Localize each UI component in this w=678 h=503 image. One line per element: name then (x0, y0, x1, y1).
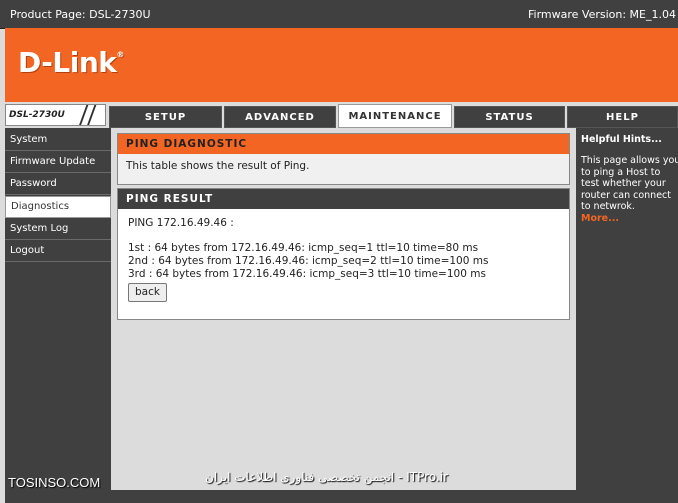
tab-setup[interactable]: SETUP (109, 106, 222, 128)
model-badge: DSL-2730U (5, 104, 106, 126)
firmware-version-label: Firmware Version: ME_1.04 (528, 8, 676, 21)
ping-diagnostic-description: This table shows the result of Ping. (126, 160, 310, 172)
sidebar: System Firmware Update Password Diagnost… (5, 128, 111, 490)
sidebar-item-firmware-update[interactable]: Firmware Update (5, 152, 111, 173)
sidebar-item-password[interactable]: Password (5, 174, 111, 195)
main-content: PING DIAGNOSTIC This table shows the res… (111, 128, 576, 490)
watermark-center: ITPro.ir - انجمن تخصصی فناوری اطلاعات ای… (205, 470, 448, 484)
helpful-hints-panel: Helpful Hints... This page allows you to… (576, 128, 678, 490)
watermark-left: TOSINSO.COM (8, 475, 101, 490)
ping-diagnostic-panel: PING DIAGNOSTIC This table shows the res… (117, 133, 570, 185)
sidebar-item-diagnostics[interactable]: Diagnostics (5, 196, 111, 218)
ping-host-line: PING 172.16.49.46 : (128, 217, 234, 229)
dlink-logo: D-Link® (18, 46, 124, 79)
bottom-bar (5, 490, 678, 503)
ping-result-panel: PING RESULT PING 172.16.49.46 : 1st : 64… (117, 188, 570, 320)
ping-result-line: 3rd : 64 bytes from 172.16.49.46: icmp_s… (128, 268, 486, 280)
ping-result-line: 1st : 64 bytes from 172.16.49.46: icmp_s… (128, 242, 479, 254)
product-page-label: Product Page: DSL-2730U (10, 8, 151, 21)
hints-title: Helpful Hints... (581, 134, 662, 145)
sidebar-item-logout[interactable]: Logout (5, 241, 111, 262)
top-bar: Product Page: DSL-2730U Firmware Version… (0, 0, 678, 29)
sidebar-item-system[interactable]: System (5, 130, 111, 151)
sidebar-item-system-log[interactable]: System Log (5, 219, 111, 240)
tab-row: DSL-2730U SETUP ADVANCED MAINTENANCE STA… (5, 102, 678, 128)
brand-banner: D-Link® (5, 28, 678, 102)
back-button[interactable]: back (128, 283, 167, 302)
ping-result-title: PING RESULT (118, 189, 569, 209)
ping-diagnostic-title: PING DIAGNOSTIC (118, 134, 569, 154)
tab-help[interactable]: HELP (567, 106, 678, 128)
tab-maintenance[interactable]: MAINTENANCE (338, 104, 452, 128)
hints-text: This page allows you to ping a Host to t… (581, 155, 678, 212)
tab-status[interactable]: STATUS (454, 106, 565, 128)
tab-advanced[interactable]: ADVANCED (224, 106, 336, 128)
ping-result-line: 2nd : 64 bytes from 172.16.49.46: icmp_s… (128, 255, 489, 267)
hints-more-link[interactable]: More... (581, 213, 619, 224)
model-label: DSL-2730U (9, 110, 65, 120)
